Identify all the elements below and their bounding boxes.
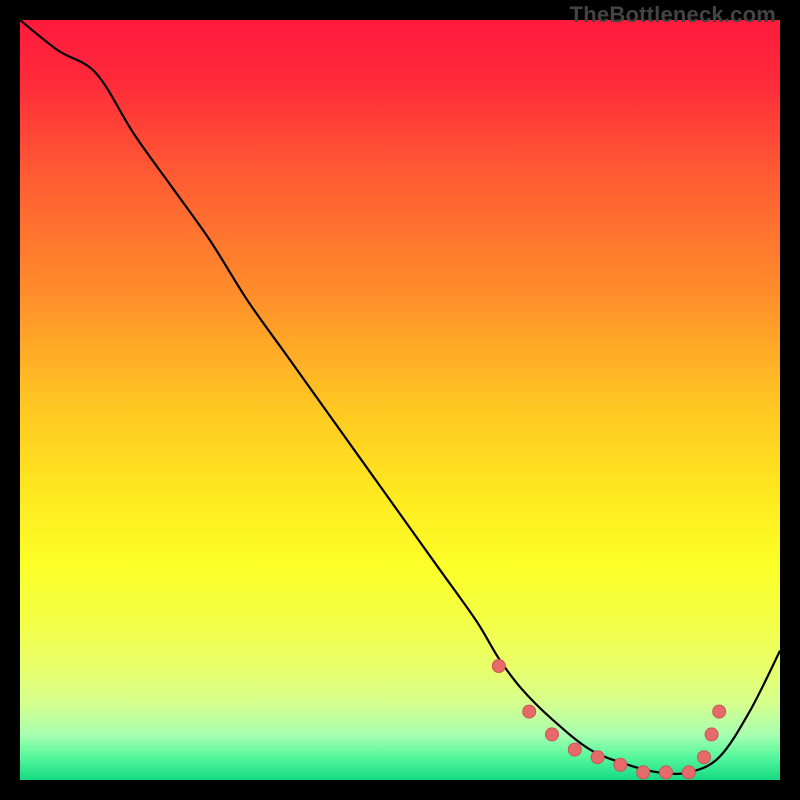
marker-dot [568,743,581,756]
bottleneck-chart [20,20,780,780]
marker-dot [523,705,536,718]
chart-frame [20,20,780,780]
marker-dot [492,660,505,673]
marker-dot [660,766,673,779]
marker-dot [591,751,604,764]
marker-dot [614,758,627,771]
watermark-text: TheBottleneck.com [570,2,776,28]
marker-dot [637,766,650,779]
marker-dot [546,728,559,741]
marker-dot [682,766,695,779]
marker-dot [698,751,711,764]
marker-dot [705,728,718,741]
marker-dot [713,705,726,718]
